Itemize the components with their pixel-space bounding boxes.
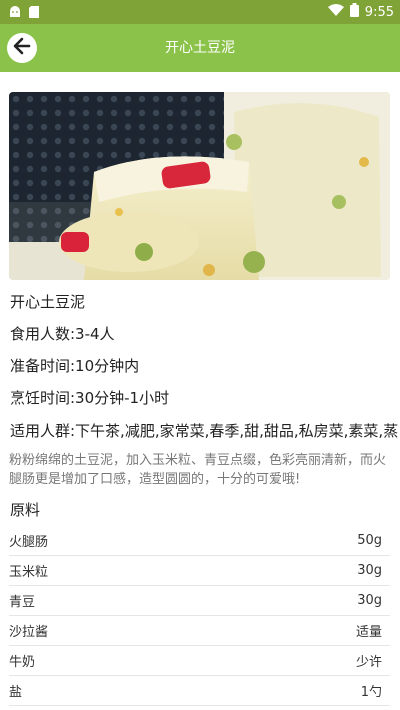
ingredients-list: 火腿肠 50g 玉米粒 30g 青豆 30g 沙拉酱 适量 牛奶 少许 盐 1勺 (9, 526, 390, 706)
ingredient-amount: 30g (357, 593, 382, 608)
list-item: 盐 1勺 (9, 676, 390, 706)
sd-card-icon (28, 4, 40, 23)
ingredient-name: 沙拉酱 (9, 625, 49, 640)
list-item: 火腿肠 50g (9, 526, 390, 556)
ingredient-amount: 少许 (355, 655, 382, 670)
ingredient-name: 火腿肠 (9, 535, 49, 550)
cook-time-text: 烹饪时间:30分钟-1小时 (10, 389, 170, 407)
back-button[interactable] (7, 33, 37, 63)
ingredient-amount: 1勺 (360, 685, 382, 700)
clock-time: 9:55 (364, 4, 394, 20)
prep-time-text: 准备时间:10分钟内 (10, 357, 140, 375)
status-bar: 9:55 (0, 0, 400, 24)
suitable-for-text: 适用人群:下午茶,减肥,家常菜,春季,甜,甜品,私房菜,素菜,蒸 (10, 422, 399, 440)
app-bar: 开心土豆泥 (0, 24, 400, 72)
ingredient-amount: 适量 (355, 625, 382, 640)
ingredients-title: 原料 (10, 501, 41, 519)
list-item: 青豆 30g (9, 586, 390, 616)
recipe-photo (9, 92, 390, 280)
recipe-description: 粉粉绵绵的土豆泥，加入玉米粒、青豆点缀，色彩亮丽清新，而火腿肠更是增加了口感，造… (9, 453, 387, 487)
servings-text: 食用人数:3-4人 (10, 325, 115, 343)
page-title: 开心土豆泥 (165, 40, 235, 56)
ingredient-name: 牛奶 (9, 655, 36, 670)
ingredient-name: 青豆 (9, 595, 36, 610)
ingredient-name: 盐 (9, 685, 23, 700)
recipe-name: 开心土豆泥 (10, 293, 86, 311)
ingredient-name: 玉米粒 (9, 565, 49, 580)
ingredient-amount: 50g (357, 533, 382, 548)
battery-icon (349, 3, 359, 21)
ingredient-amount: 30g (357, 563, 382, 578)
android-notification-icon (8, 4, 22, 23)
arrow-left-icon (12, 36, 32, 60)
wifi-icon (327, 4, 344, 20)
list-item: 玉米粒 30g (9, 556, 390, 586)
list-item: 牛奶 少许 (9, 646, 390, 676)
list-item: 沙拉酱 适量 (9, 616, 390, 646)
